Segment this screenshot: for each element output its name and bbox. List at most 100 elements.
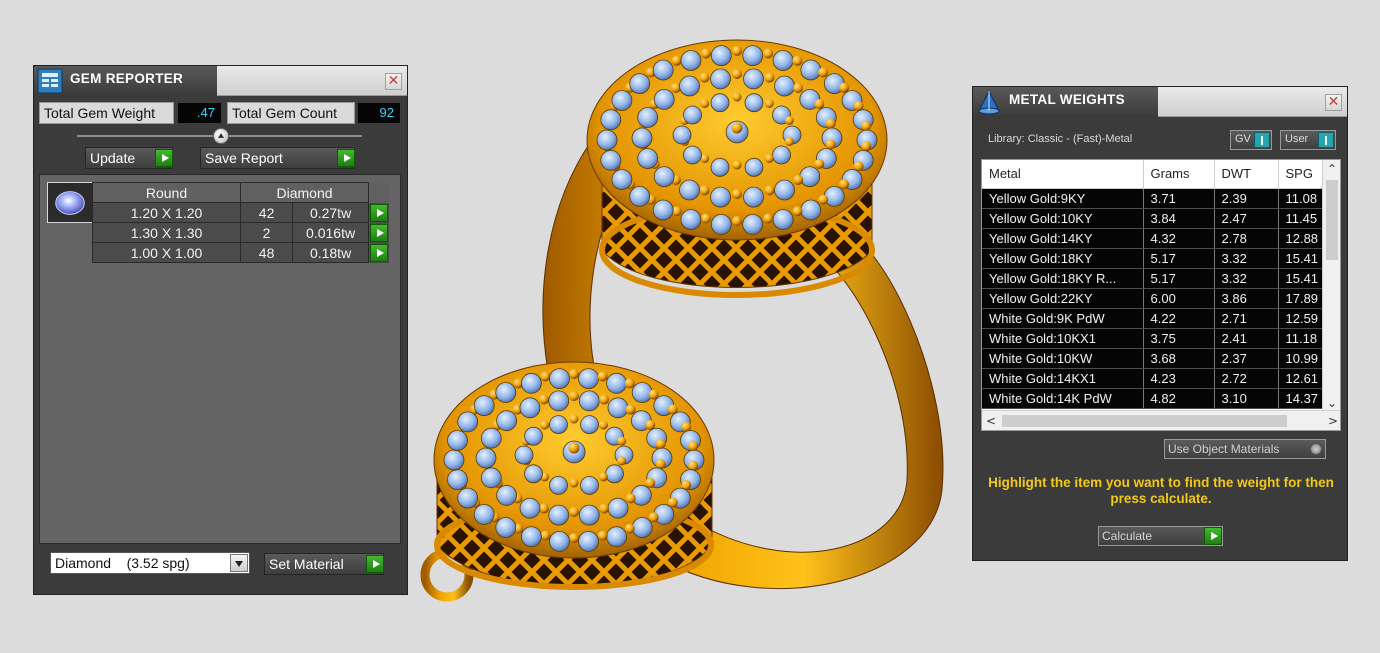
gem-table-header-type: Diamond: [240, 182, 369, 203]
prong: [625, 404, 636, 415]
metal-row[interactable]: White Gold:9K PdW 4.22 2.71 12.59: [982, 308, 1339, 329]
scroll-left-icon[interactable]: <: [982, 411, 1000, 430]
gem-table-row[interactable]: 1.30 X 1.30 2 0.016tw: [92, 222, 389, 243]
gem-reporter-title: GEM REPORTER: [70, 71, 184, 86]
prong: [597, 530, 608, 541]
gem-stone: [710, 157, 730, 177]
gem-stone: [549, 368, 570, 390]
prong: [540, 530, 551, 541]
gem-stone: [652, 199, 674, 221]
play-arrow-icon[interactable]: [369, 223, 388, 242]
gem-stone: [549, 475, 568, 495]
material-select[interactable]: Diamond (3.52 spg): [50, 552, 250, 574]
metal-name-cell: Yellow Gold:18KY R...: [982, 268, 1144, 289]
metal-row[interactable]: White Gold:14KX1 4.23 2.72 12.61: [982, 368, 1339, 389]
prong: [732, 189, 742, 199]
gem-stone: [710, 45, 732, 66]
gem-stone: [607, 497, 629, 519]
prong: [569, 369, 579, 379]
dwt-cell: 3.32: [1214, 268, 1279, 289]
gem-stone: [495, 382, 517, 403]
close-icon[interactable]: ✕: [1325, 94, 1342, 111]
grams-cell: 3.84: [1143, 208, 1215, 229]
ring-3d-viewport[interactable]: [412, 20, 972, 620]
gem-stone: [596, 129, 618, 151]
vertical-scroll-thumb[interactable]: [1326, 180, 1338, 260]
metal-row[interactable]: Yellow Gold:18KY R... 5.17 3.32 15.41: [982, 268, 1339, 289]
metal-weights-panel: METAL WEIGHTS ✕ Library: Classic - (Fast…: [972, 86, 1348, 561]
scroll-right-icon[interactable]: >: [1324, 411, 1340, 430]
gem-stone: [605, 464, 624, 484]
prong: [624, 378, 635, 389]
gem-reporter-app-icon: [37, 68, 63, 94]
gem-thumbnail-icon[interactable]: [47, 182, 93, 223]
gem-weight-cell: 0.27tw: [292, 202, 369, 223]
gem-stone: [710, 68, 731, 90]
gem-table-row[interactable]: 1.20 X 1.20 42 0.27tw: [92, 202, 389, 223]
metal-row[interactable]: White Gold:10KW 3.68 2.37 10.99: [982, 348, 1339, 369]
gem-table-row[interactable]: 1.00 X 1.00 48 0.18tw: [92, 242, 389, 263]
grams-cell: 4.32: [1143, 228, 1215, 249]
metal-weights-titlebar[interactable]: METAL WEIGHTS ✕: [973, 87, 1347, 117]
gem-count-cell: 2: [239, 222, 294, 243]
prong: [732, 46, 742, 56]
dwt-cell: 3.86: [1214, 288, 1279, 309]
prong: [538, 394, 549, 405]
metal-name-cell: Yellow Gold:14KY: [982, 228, 1144, 249]
column-header-dwt[interactable]: DWT: [1214, 160, 1279, 189]
column-header-grams[interactable]: Grams: [1143, 160, 1215, 189]
gem-stone: [521, 526, 542, 548]
prong: [617, 436, 627, 446]
metal-row[interactable]: White Gold:10KX1 3.75 2.41 11.18: [982, 328, 1339, 349]
gem-stone: [629, 185, 651, 207]
prong: [732, 160, 742, 170]
update-button[interactable]: Update: [85, 147, 173, 169]
calculate-button[interactable]: Calculate: [1098, 526, 1223, 546]
column-header-metal[interactable]: Metal: [982, 160, 1144, 189]
gem-stone: [744, 157, 764, 177]
gem-stone: [473, 503, 495, 525]
prong: [825, 139, 836, 150]
dwt-cell: 3.32: [1214, 248, 1279, 269]
metal-row[interactable]: Yellow Gold:9KY 3.71 2.39 11.08: [982, 188, 1339, 209]
dropdown-arrow-icon[interactable]: [230, 554, 248, 572]
prong: [538, 503, 549, 514]
metal-row[interactable]: Yellow Gold:10KY 3.84 2.47 11.45: [982, 208, 1339, 229]
horizontal-scroll-thumb[interactable]: [1002, 415, 1287, 427]
metal-row[interactable]: Yellow Gold:22KY 6.00 3.86 17.89: [982, 288, 1339, 309]
prong: [540, 420, 550, 430]
gem-stone: [611, 90, 633, 111]
grams-cell: 4.22: [1143, 308, 1215, 329]
update-button-label: Update: [90, 150, 136, 166]
play-arrow-icon[interactable]: [369, 243, 388, 262]
save-report-button[interactable]: Save Report: [200, 147, 355, 169]
close-icon[interactable]: ✕: [385, 73, 402, 90]
use-object-materials-button[interactable]: Use Object Materials: [1164, 439, 1326, 459]
vertical-scrollbar[interactable]: ⌃ ⌄: [1322, 160, 1340, 412]
scroll-up-icon[interactable]: ⌃: [1323, 160, 1340, 178]
metal-row[interactable]: Yellow Gold:18KY 5.17 3.32 15.41: [982, 248, 1339, 269]
metal-name-cell: White Gold:10KX1: [982, 328, 1144, 349]
save-report-button-label: Save Report: [205, 150, 283, 166]
gem-reporter-titlebar[interactable]: GEM REPORTER ✕: [34, 66, 407, 96]
prong: [818, 194, 829, 205]
gem-stone: [710, 213, 732, 235]
metal-row[interactable]: White Gold:14K PdW 4.82 3.10 14.37: [982, 388, 1339, 409]
dwt-cell: 3.10: [1214, 388, 1279, 409]
horizontal-scrollbar[interactable]: < >: [982, 410, 1340, 430]
gem-stone: [772, 209, 794, 230]
prong: [763, 213, 774, 224]
gem-table-header-row: Round Diamond: [92, 182, 389, 203]
gem-stone: [480, 467, 502, 489]
user-toggle[interactable]: User: [1280, 130, 1336, 150]
prong: [861, 120, 872, 131]
metal-row[interactable]: Yellow Gold:14KY 4.32 2.78 12.88: [982, 228, 1339, 249]
play-arrow-icon[interactable]: [369, 203, 388, 222]
slider-knob-icon[interactable]: [213, 128, 229, 144]
gem-thumbnail-graphic: [55, 191, 85, 215]
set-material-button[interactable]: Set Material: [264, 553, 384, 575]
metal-weights-title-tab: METAL WEIGHTS: [973, 87, 1158, 117]
gv-toggle[interactable]: GV: [1230, 130, 1272, 150]
gem-stone: [637, 148, 659, 169]
gem-stone: [772, 50, 794, 71]
